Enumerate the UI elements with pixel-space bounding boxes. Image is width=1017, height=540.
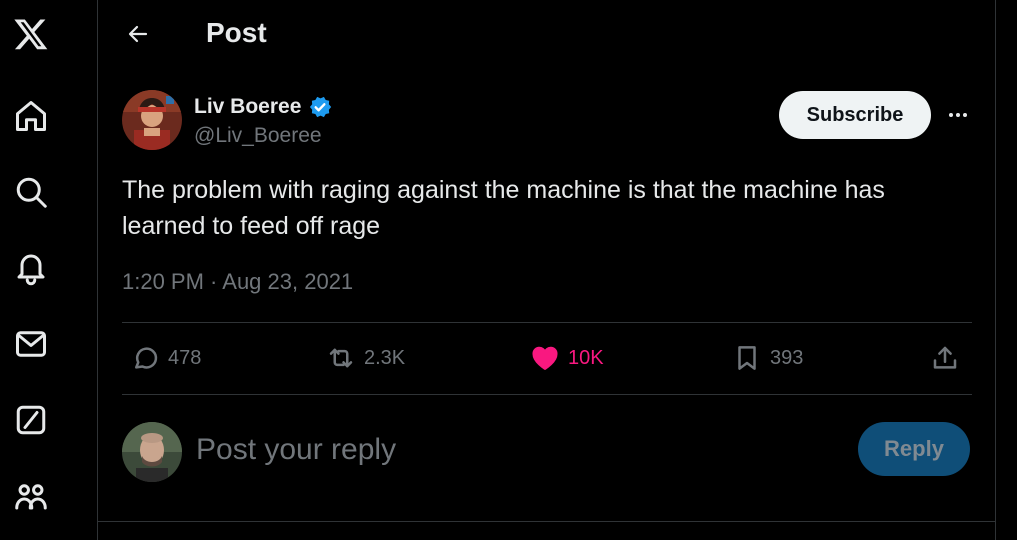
repost-icon [329,348,353,368]
like-count: 10K [568,346,604,369]
bookmark-action[interactable]: 393 [732,340,803,376]
reply-bubble-icon [135,347,158,369]
grok-icon[interactable] [11,400,51,440]
author-avatar[interactable] [122,90,182,150]
divider [122,322,972,323]
more-options-icon[interactable] [943,100,973,130]
right-gutter [996,0,1017,540]
post-timestamp[interactable]: 1:20 PM · Aug 23, 2021 [122,269,353,295]
communities-icon[interactable] [11,476,51,516]
author-handle[interactable]: @Liv_Boeree [194,124,322,148]
heart-filled-icon [532,346,558,370]
repost-action[interactable]: 2.3K [326,340,405,376]
notifications-bell-icon[interactable] [11,248,51,288]
reply-button[interactable]: Reply [858,422,970,476]
divider [98,521,996,522]
author-name[interactable]: Liv Boeree [194,94,333,120]
post-detail-column: Post Liv Boeree @Liv_Boeree Subscribe Th… [98,0,996,540]
share-upload-icon [933,346,957,369]
share-action[interactable] [930,340,960,376]
post-text: The problem with raging against the mach… [122,176,885,240]
divider [122,394,972,395]
page-title: Post [206,17,267,48]
left-nav [0,0,98,540]
bookmark-count: 393 [770,346,804,369]
post-header: Post [98,0,996,68]
like-action[interactable]: 10K [530,340,604,376]
current-user-avatar[interactable] [122,422,182,482]
arrow-left-icon [128,25,148,43]
search-icon[interactable] [11,172,51,212]
home-icon[interactable] [11,96,51,136]
back-button[interactable] [118,14,158,54]
subscribe-button[interactable]: Subscribe [779,91,931,139]
messages-envelope-icon[interactable] [11,324,51,364]
verified-badge-icon [310,96,332,118]
reply-input[interactable] [196,428,756,472]
post-actions-bar: 478 2.3K 10K 393 [122,324,972,394]
bookmark-icon [738,346,756,370]
x-logo-icon[interactable] [11,14,51,54]
reply-action[interactable]: 478 [130,340,201,376]
repost-count: 2.3K [364,346,406,369]
reply-count: 478 [168,346,202,369]
